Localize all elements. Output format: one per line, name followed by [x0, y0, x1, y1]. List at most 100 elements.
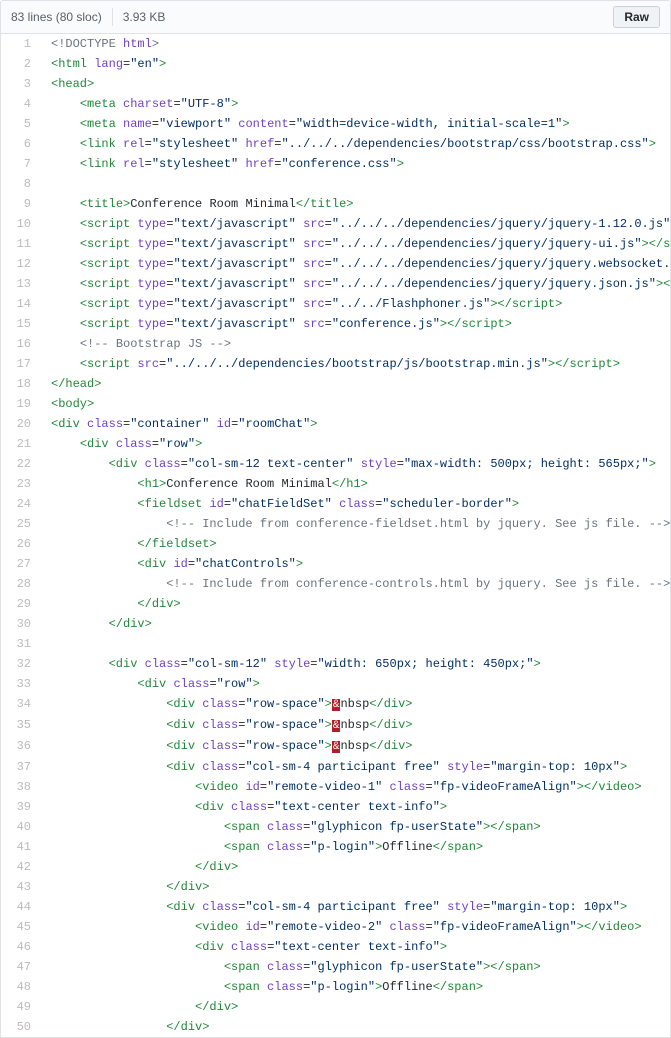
code-content[interactable]: </fieldset>	[41, 534, 671, 554]
code-content[interactable]: <div class="row">	[41, 434, 671, 454]
line-number[interactable]: 13	[1, 274, 41, 294]
code-content[interactable]: <script type="text/javascript" src="../.…	[41, 214, 671, 234]
line-number[interactable]: 29	[1, 594, 41, 614]
code-content[interactable]: <div id="chatControls">	[41, 554, 671, 574]
code-content[interactable]: <script type="text/javascript" src="../.…	[41, 254, 671, 274]
code-content[interactable]: <script src="../../../dependencies/boots…	[41, 354, 671, 374]
line-number[interactable]: 49	[1, 997, 41, 1017]
code-content[interactable]: </head>	[41, 374, 671, 394]
line-number[interactable]: 10	[1, 214, 41, 234]
code-content[interactable]	[41, 634, 671, 654]
line-number[interactable]: 30	[1, 614, 41, 634]
code-content[interactable]: <div class="row-space">&nbsp</div>	[41, 736, 671, 757]
code-content[interactable]	[41, 174, 671, 194]
code-content[interactable]: <fieldset id="chatFieldSet" class="sched…	[41, 494, 671, 514]
line-number[interactable]: 27	[1, 554, 41, 574]
line-number[interactable]: 18	[1, 374, 41, 394]
line-number[interactable]: 48	[1, 977, 41, 997]
line-number[interactable]: 37	[1, 757, 41, 777]
code-content[interactable]: <script type="text/javascript" src="../.…	[41, 294, 671, 314]
code-content[interactable]: <div class="text-center text-info">	[41, 797, 671, 817]
line-number[interactable]: 26	[1, 534, 41, 554]
code-content[interactable]: <meta name="viewport" content="width=dev…	[41, 114, 671, 134]
line-number[interactable]: 12	[1, 254, 41, 274]
code-content[interactable]: <div class="col-sm-4 participant free" s…	[41, 757, 671, 777]
code-content[interactable]: <div class="row">	[41, 674, 671, 694]
code-content[interactable]: </div>	[41, 1017, 671, 1037]
code-content[interactable]: <!-- Include from conference-controls.ht…	[41, 574, 671, 594]
code-content[interactable]: <div class="container" id="roomChat">	[41, 414, 671, 434]
code-content[interactable]: <span class="p-login">Offline</span>	[41, 837, 671, 857]
code-content[interactable]: <title>Conference Room Minimal</title>	[41, 194, 671, 214]
code-content[interactable]: <span class="glyphicon fp-userState"></s…	[41, 817, 671, 837]
line-number[interactable]: 45	[1, 917, 41, 937]
code-content[interactable]: <div class="col-sm-12 text-center" style…	[41, 454, 671, 474]
line-number[interactable]: 20	[1, 414, 41, 434]
code-content[interactable]: <video id="remote-video-1" class="fp-vid…	[41, 777, 671, 797]
line-number[interactable]: 32	[1, 654, 41, 674]
code-content[interactable]: <div class="row-space">&nbsp</div>	[41, 715, 671, 736]
line-number[interactable]: 43	[1, 877, 41, 897]
line-number[interactable]: 47	[1, 957, 41, 977]
line-number[interactable]: 35	[1, 715, 41, 736]
code-content[interactable]: </div>	[41, 997, 671, 1017]
line-number[interactable]: 9	[1, 194, 41, 214]
code-content[interactable]: <body>	[41, 394, 671, 414]
line-number[interactable]: 46	[1, 937, 41, 957]
line-number[interactable]: 42	[1, 857, 41, 877]
line-number[interactable]: 41	[1, 837, 41, 857]
code-content[interactable]: <h1>Conference Room Minimal</h1>	[41, 474, 671, 494]
line-number[interactable]: 28	[1, 574, 41, 594]
line-number[interactable]: 33	[1, 674, 41, 694]
code-content[interactable]: <div class="col-sm-12" style="width: 650…	[41, 654, 671, 674]
line-number[interactable]: 6	[1, 134, 41, 154]
code-content[interactable]: </div>	[41, 857, 671, 877]
code-content[interactable]: <meta charset="UTF-8">	[41, 94, 671, 114]
code-content[interactable]: <div class="row-space">&nbsp</div>	[41, 694, 671, 715]
code-content[interactable]: </div>	[41, 594, 671, 614]
line-number[interactable]: 17	[1, 354, 41, 374]
code-content[interactable]: <script type="text/javascript" src="conf…	[41, 314, 671, 334]
code-content[interactable]: <script type="text/javascript" src="../.…	[41, 274, 671, 294]
line-number[interactable]: 14	[1, 294, 41, 314]
code-content[interactable]: <!-- Bootstrap JS -->	[41, 334, 671, 354]
code-content[interactable]: <div class="text-center text-info">	[41, 937, 671, 957]
line-number[interactable]: 1	[1, 34, 41, 54]
line-number[interactable]: 39	[1, 797, 41, 817]
code-content[interactable]: <!DOCTYPE html>	[41, 34, 671, 54]
line-number[interactable]: 24	[1, 494, 41, 514]
line-number[interactable]: 25	[1, 514, 41, 534]
code-content[interactable]: </div>	[41, 614, 671, 634]
code-content[interactable]: <!-- Include from conference-fieldset.ht…	[41, 514, 671, 534]
code-content[interactable]: </div>	[41, 877, 671, 897]
code-content[interactable]: <link rel="stylesheet" href="conference.…	[41, 154, 671, 174]
line-number[interactable]: 50	[1, 1017, 41, 1037]
line-number[interactable]: 40	[1, 817, 41, 837]
line-number[interactable]: 11	[1, 234, 41, 254]
line-number[interactable]: 38	[1, 777, 41, 797]
line-number[interactable]: 19	[1, 394, 41, 414]
code-content[interactable]: <html lang="en">	[41, 54, 671, 74]
line-number[interactable]: 44	[1, 897, 41, 917]
line-number[interactable]: 15	[1, 314, 41, 334]
line-number[interactable]: 36	[1, 736, 41, 757]
line-number[interactable]: 16	[1, 334, 41, 354]
code-content[interactable]: <video id="remote-video-2" class="fp-vid…	[41, 917, 671, 937]
line-number[interactable]: 22	[1, 454, 41, 474]
code-content[interactable]: <head>	[41, 74, 671, 94]
raw-button[interactable]: Raw	[613, 6, 660, 28]
line-number[interactable]: 3	[1, 74, 41, 94]
line-number[interactable]: 7	[1, 154, 41, 174]
line-number[interactable]: 34	[1, 694, 41, 715]
code-content[interactable]: <script type="text/javascript" src="../.…	[41, 234, 671, 254]
line-number[interactable]: 8	[1, 174, 41, 194]
code-content[interactable]: <span class="p-login">Offline</span>	[41, 977, 671, 997]
line-number[interactable]: 2	[1, 54, 41, 74]
line-number[interactable]: 23	[1, 474, 41, 494]
line-number[interactable]: 5	[1, 114, 41, 134]
line-number[interactable]: 31	[1, 634, 41, 654]
line-number[interactable]: 21	[1, 434, 41, 454]
code-content[interactable]: <link rel="stylesheet" href="../../../de…	[41, 134, 671, 154]
code-content[interactable]: <span class="glyphicon fp-userState"></s…	[41, 957, 671, 977]
line-number[interactable]: 4	[1, 94, 41, 114]
